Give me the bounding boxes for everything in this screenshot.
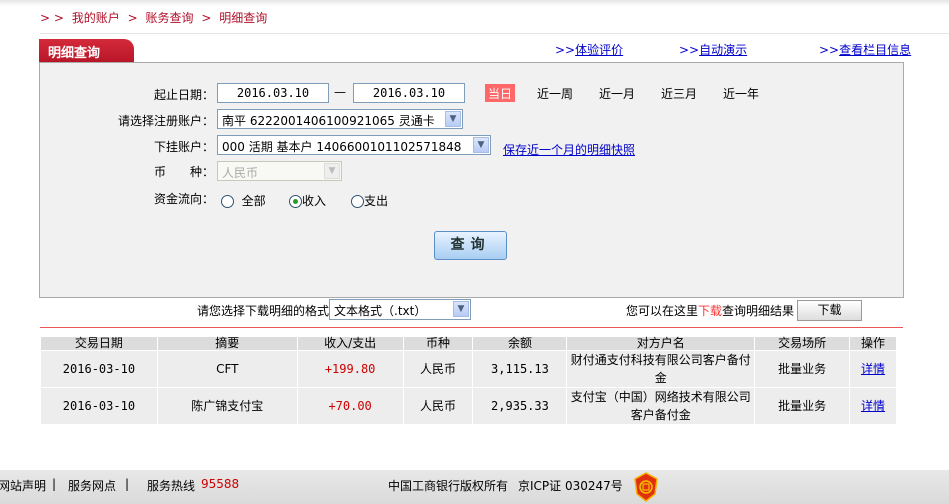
footer-outlets-link[interactable]: 服务网点 <box>68 477 116 494</box>
chevron-down-icon: ▼ <box>453 301 469 317</box>
hotline-number: 95588 <box>201 477 240 491</box>
link-feedback[interactable]: >>体验评价 <box>555 41 623 58</box>
col-action: 操作 <box>849 336 897 351</box>
currency-select: 人民币 ▼ <box>217 161 342 181</box>
breadcrumb-my-account[interactable]: 我的账户 <box>72 11 120 25</box>
col-channel: 交易场所 <box>754 336 851 351</box>
sub-account-label: 下挂账户： <box>153 140 214 154</box>
end-date-input[interactable]: 2016.03.10 <box>353 83 465 103</box>
chevron-down-icon: ▼ <box>324 163 340 179</box>
download-hint: 您可以在这里下载查询明细结果 <box>626 304 795 318</box>
icp-license: 京ICP证 030247号 <box>518 479 623 493</box>
save-snapshot-link[interactable]: 保存近一个月的明细快照 <box>503 141 635 158</box>
quick-year[interactable]: 近一年 <box>723 85 759 102</box>
link-auto-demo[interactable]: >>自动演示 <box>679 41 747 58</box>
breadcrumb-prefix: > > <box>40 11 64 25</box>
radio-icon <box>221 195 234 208</box>
format-select[interactable]: 文本格式（.txt） ▼ <box>329 299 471 320</box>
radio-checked-icon <box>289 195 302 208</box>
quick-month[interactable]: 近一月 <box>599 85 635 102</box>
details-link[interactable]: 详情 <box>861 362 885 376</box>
table-row: 2016-03-10 CFT +199.80 人民币 3,115.13 财付通支… <box>40 350 897 388</box>
col-currency: 币种 <box>402 336 474 351</box>
col-counterparty: 对方户名 <box>566 336 756 351</box>
start-date-input[interactable]: 2016.03.10 <box>217 83 329 103</box>
copyright: 中国工商银行版权所有 <box>388 479 509 493</box>
hotline-label: 服务热线 <box>147 479 196 493</box>
query-button[interactable]: 查询 <box>434 231 507 260</box>
currency-label: 币 种： <box>153 165 214 179</box>
table-header: 交易日期 摘要 收入/支出 币种 余额 对方户名 交易场所 操作 <box>40 336 897 351</box>
breadcrumb-account-query[interactable]: 账务查询 <box>146 11 194 25</box>
footer: 网站声明 | 服务网点 | 服务热线 95588 中国工商银行版权所有 京ICP… <box>0 470 949 504</box>
radio-icon <box>351 195 364 208</box>
flow-label: 资金流向： <box>153 192 214 206</box>
date-label: 起止日期： <box>153 88 214 102</box>
breadcrumb-sep: > <box>201 11 212 25</box>
radio-expense[interactable]: 支出 <box>351 192 388 209</box>
top-shade <box>0 0 949 6</box>
link-column-info[interactable]: >>查看栏目信息 <box>819 41 911 58</box>
breadcrumb: > > 我的账户 > 账务查询 > 明细查询 <box>40 9 271 26</box>
breadcrumb-sep: > <box>127 11 138 25</box>
format-label: 请您选择下载明细的格式 <box>197 304 330 318</box>
divider <box>40 327 903 328</box>
breadcrumb-detail-query: 明细查询 <box>219 11 268 25</box>
radio-income[interactable]: 收入 <box>289 192 326 209</box>
date-separator: — <box>334 85 346 99</box>
transactions-table: 交易日期 摘要 收入/支出 币种 余额 对方户名 交易场所 操作 2016-03… <box>40 336 897 425</box>
chevron-down-icon: ▼ <box>445 111 461 127</box>
radio-all[interactable]: 全部 <box>221 192 266 209</box>
chevron-down-icon: ▼ <box>473 137 489 153</box>
account-select[interactable]: 南平 6222001406100921065 灵通卡 ▼ <box>217 109 463 129</box>
col-amount: 收入/支出 <box>296 336 404 351</box>
table-row: 2016-03-10 陈广锦支付宝 +70.00 人民币 2,935.33 支付… <box>40 387 897 425</box>
col-summary: 摘要 <box>156 336 298 351</box>
download-button[interactable]: 下载 <box>797 300 862 321</box>
footer-statement-link[interactable]: 网站声明 <box>0 477 46 494</box>
quick-3months[interactable]: 近三月 <box>661 85 697 102</box>
icbc-badge-icon <box>634 472 658 502</box>
col-date: 交易日期 <box>40 336 158 351</box>
account-label: 请选择注册账户： <box>117 114 214 128</box>
tab-detail-query[interactable]: 明细查询 <box>39 39 134 62</box>
quick-week[interactable]: 近一周 <box>537 85 573 102</box>
quick-today[interactable]: 当日 <box>485 84 515 102</box>
details-link[interactable]: 详情 <box>861 399 885 413</box>
divider <box>40 33 949 34</box>
col-balance: 余额 <box>472 336 568 351</box>
sub-account-select[interactable]: 000 活期 基本户 1406600101102571848 ▼ <box>217 135 491 155</box>
